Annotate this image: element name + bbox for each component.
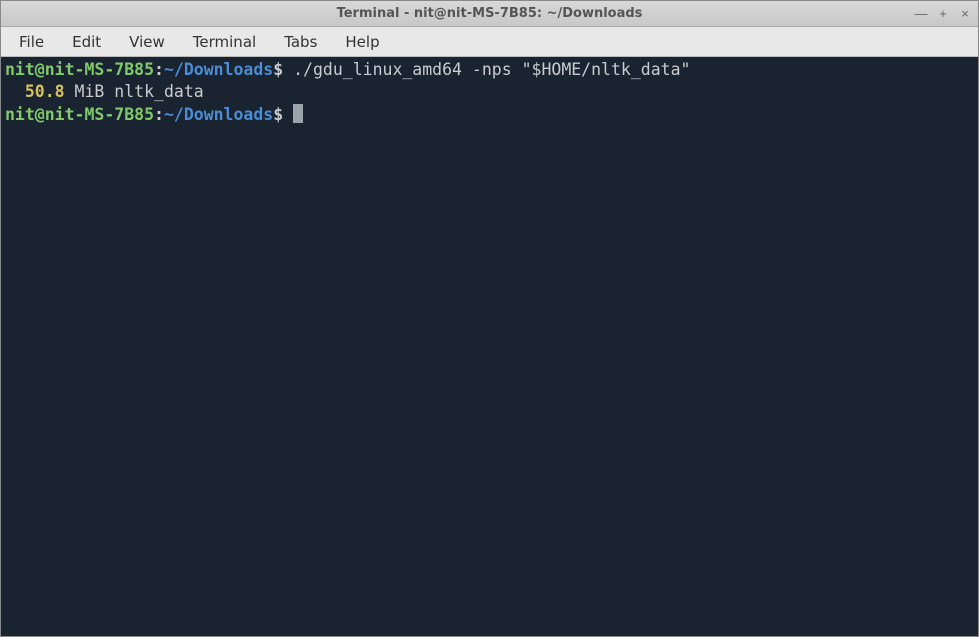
menu-view[interactable]: View — [117, 29, 177, 55]
terminal-window: Terminal - nit@nit-MS-7B85: ~/Downloads … — [0, 0, 979, 637]
prompt-symbol: $ — [273, 60, 283, 79]
prompt-user-host-2: nit@nit-MS-7B85 — [5, 105, 154, 124]
terminal-output[interactable]: nit@nit-MS-7B85:~/Downloads$ ./gdu_linux… — [1, 57, 978, 636]
prompt-path-2: ~/Downloads — [164, 105, 273, 124]
menu-edit[interactable]: Edit — [60, 29, 113, 55]
terminal-line-3: nit@nit-MS-7B85:~/Downloads$ — [5, 105, 303, 124]
command-text: ./gdu_linux_amd64 -nps "$HOME/nltk_data" — [283, 60, 690, 79]
terminal-line-1: nit@nit-MS-7B85:~/Downloads$ ./gdu_linux… — [5, 60, 690, 79]
menu-terminal[interactable]: Terminal — [181, 29, 268, 55]
window-title: Terminal - nit@nit-MS-7B85: ~/Downloads — [337, 6, 643, 21]
output-rest: MiB nltk_data — [65, 82, 204, 101]
output-size: 50.8 — [5, 82, 65, 101]
prompt-symbol-2: $ — [273, 105, 283, 124]
prompt-path: ~/Downloads — [164, 60, 273, 79]
titlebar-controls: — + × — [914, 1, 972, 26]
command-text-2 — [283, 105, 293, 124]
minimize-button[interactable]: — — [914, 7, 928, 21]
terminal-line-2: 50.8 MiB nltk_data — [5, 82, 204, 101]
menubar: File Edit View Terminal Tabs Help — [1, 27, 978, 57]
prompt-colon-2: : — [154, 105, 164, 124]
menu-help[interactable]: Help — [333, 29, 391, 55]
menu-file[interactable]: File — [7, 29, 56, 55]
menu-tabs[interactable]: Tabs — [272, 29, 329, 55]
close-button[interactable]: × — [958, 7, 972, 21]
prompt-colon: : — [154, 60, 164, 79]
prompt-user-host: nit@nit-MS-7B85 — [5, 60, 154, 79]
maximize-button[interactable]: + — [936, 7, 950, 21]
titlebar[interactable]: Terminal - nit@nit-MS-7B85: ~/Downloads … — [1, 1, 978, 27]
cursor-block — [293, 104, 303, 123]
